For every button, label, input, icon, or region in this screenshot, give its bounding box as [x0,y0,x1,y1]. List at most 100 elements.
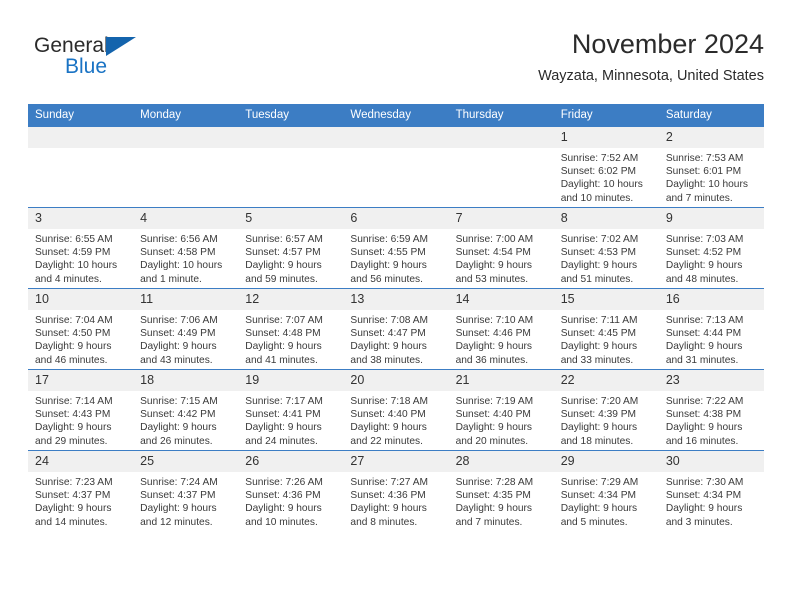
sunrise-text: Sunrise: 7:24 AM [140,477,218,488]
day-number: 16 [658,289,764,310]
day-details: Sunrise: 7:22 AM Sunset: 4:38 PM Daylight:… [659,391,764,448]
calendar-day-cell[interactable]: 1 Sunrise: 7:52 AM Sunset: 6:02 PM Daylight… [553,126,659,208]
calendar-day-cell[interactable]: 12 Sunrise: 7:07 AM Sunset: 4:48 PM Dayligh… [238,288,344,370]
day-number: 23 [658,370,764,391]
day-number: 15 [553,289,659,310]
day-details: Sunrise: 7:04 AM Sunset: 4:50 PM Daylight:… [28,310,133,367]
calendar-week-row: 3 Sunrise: 6:55 AM Sunset: 4:59 PM Daylight… [28,207,764,289]
daylight-text: Daylight: 9 hours and 43 minutes. [140,341,217,366]
weekday-header-sunday: Sunday [28,104,134,127]
calendar-day-cell[interactable]: 7 Sunrise: 7:00 AM Sunset: 4:54 PM Daylight… [448,207,554,289]
calendar-day-cell[interactable]: 15 Sunrise: 7:11 AM Sunset: 4:45 PM Dayligh… [553,288,659,370]
daylight-text: Daylight: 9 hours and 36 minutes. [455,341,533,366]
sunrise-text: Sunrise: 7:18 AM [350,396,429,407]
calendar-day-cell[interactable]: 3 Sunrise: 6:55 AM Sunset: 4:59 PM Daylight… [28,207,134,289]
sunset-text: Sunset: 4:50 PM [35,328,111,340]
day-number: 30 [658,451,764,472]
sunset-text: Sunset: 4:40 PM [455,409,531,421]
calendar-day-cell[interactable]: 6 Sunrise: 6:59 AM Sunset: 4:55 PM Daylight… [343,207,449,289]
logo-text-blue: Blue [65,55,108,78]
calendar-day-cell[interactable]: 11 Sunrise: 7:06 AM Sunset: 4:49 PM Dayligh… [133,288,239,370]
day-number: 3 [28,208,134,229]
day-details: Sunrise: 7:07 AM Sunset: 4:48 PM Daylight:… [238,310,343,367]
day-details: Sunrise: 7:06 AM Sunset: 4:49 PM Daylight:… [133,310,238,367]
weekday-header-saturday: Saturday [658,104,764,127]
day-number: 13 [343,289,449,310]
calendar-day-cell[interactable]: 19 Sunrise: 7:17 AM Sunset: 4:41 PM Dayligh… [238,369,344,451]
daylight-text: Daylight: 9 hours and 20 minutes. [455,422,533,447]
daylight-text: Daylight: 9 hours and 18 minutes. [560,422,638,447]
sunrise-text: Sunrise: 7:10 AM [455,315,534,326]
day-details: Sunrise: 7:00 AM Sunset: 4:54 PM Daylight:… [449,229,554,286]
day-number: 19 [238,370,344,391]
calendar-week-row: 10 Sunrise: 7:04 AM Sunset: 4:50 PM Dayligh… [28,288,764,370]
weekday-header-friday: Friday [553,104,659,127]
sunrise-text: Sunrise: 6:57 AM [245,234,323,245]
sunrise-text: Sunrise: 7:04 AM [35,315,113,326]
sunrise-text: Sunrise: 7:11 AM [560,315,638,326]
day-details: Sunrise: 7:18 AM Sunset: 4:40 PM Daylight:… [343,391,448,448]
calendar-day-cell[interactable]: 16 Sunrise: 7:13 AM Sunset: 4:44 PM Dayligh… [658,288,764,370]
sunrise-text: Sunrise: 7:28 AM [455,477,534,488]
calendar-day-cell[interactable]: 29 Sunrise: 7:29 AM Sunset: 4:34 PM Dayligh… [553,450,659,531]
day-details: Sunrise: 7:23 AM Sunset: 4:37 PM Daylight:… [28,472,133,529]
day-details: Sunrise: 7:13 AM Sunset: 4:44 PM Daylight:… [659,310,764,367]
calendar-day-cell[interactable]: 17 Sunrise: 7:14 AM Sunset: 4:43 PM Dayligh… [28,369,134,451]
calendar-day-cell[interactable]: 25 Sunrise: 7:24 AM Sunset: 4:37 PM Dayligh… [133,450,239,531]
day-details: Sunrise: 7:27 AM Sunset: 4:36 PM Daylight:… [343,472,448,529]
calendar-day-cell[interactable]: 26 Sunrise: 7:26 AM Sunset: 4:36 PM Dayligh… [238,450,344,531]
day-number: 24 [28,451,134,472]
general-blue-logo[interactable]: General Blue [34,34,214,90]
day-details: Sunrise: 7:52 AM Sunset: 6:02 PM Daylight:… [554,148,659,205]
day-number: 10 [28,289,134,310]
sunrise-text: Sunrise: 7:52 AM [560,153,639,164]
daylight-text: Daylight: 9 hours and 51 minutes. [560,260,638,285]
day-number: 26 [238,451,344,472]
sunrise-text: Sunrise: 7:06 AM [140,315,218,326]
sunrise-text: Sunrise: 7:29 AM [560,477,639,488]
daylight-text: Daylight: 10 hours and 10 minutes. [560,179,643,204]
sunrise-text: Sunrise: 7:23 AM [35,477,113,488]
calendar-day-cell[interactable]: 27 Sunrise: 7:27 AM Sunset: 4:36 PM Dayligh… [343,450,449,531]
calendar-day-cell[interactable]: 18 Sunrise: 7:15 AM Sunset: 4:42 PM Dayligh… [133,369,239,451]
calendar-day-cell[interactable]: 13 Sunrise: 7:08 AM Sunset: 4:47 PM Dayligh… [343,288,449,370]
calendar-day-cell[interactable]: 23 Sunrise: 7:22 AM Sunset: 4:38 PM Dayligh… [658,369,764,451]
sunset-text: Sunset: 4:54 PM [455,247,531,259]
day-details: Sunrise: 7:08 AM Sunset: 4:47 PM Daylight:… [343,310,448,367]
calendar-day-cell[interactable]: 5 Sunrise: 6:57 AM Sunset: 4:57 PM Daylight… [238,207,344,289]
sunrise-text: Sunrise: 7:02 AM [560,234,639,245]
day-number: 6 [343,208,449,229]
calendar-day-cell[interactable]: 21 Sunrise: 7:19 AM Sunset: 4:40 PM Dayligh… [448,369,554,451]
daylight-text: Daylight: 9 hours and 29 minutes. [35,422,112,447]
daylight-text: Daylight: 9 hours and 38 minutes. [350,341,427,366]
calendar-day-cell[interactable]: 4 Sunrise: 6:56 AM Sunset: 4:58 PM Daylight… [133,207,239,289]
sunrise-text: Sunrise: 6:59 AM [350,234,429,245]
sunrise-text: Sunrise: 7:53 AM [665,153,744,164]
sunset-text: Sunset: 4:35 PM [455,490,531,502]
daylight-text: Daylight: 9 hours and 22 minutes. [350,422,427,447]
day-details: Sunrise: 7:29 AM Sunset: 4:34 PM Daylight:… [554,472,659,529]
sunset-text: Sunset: 4:34 PM [665,490,742,502]
daylight-text: Daylight: 9 hours and 48 minutes. [665,260,743,285]
calendar-day-cell[interactable]: 8 Sunrise: 7:02 AM Sunset: 4:53 PM Daylight… [553,207,659,289]
sunrise-text: Sunrise: 7:30 AM [665,477,744,488]
sunset-text: Sunset: 4:53 PM [560,247,637,259]
daylight-text: Daylight: 9 hours and 56 minutes. [350,260,427,285]
weekday-header-wednesday: Wednesday [343,104,449,127]
sunset-text: Sunset: 4:41 PM [245,409,321,421]
day-details: Sunrise: 7:11 AM Sunset: 4:45 PM Daylight:… [554,310,659,367]
sunset-text: Sunset: 4:34 PM [560,490,637,502]
calendar-day-cell[interactable]: 24 Sunrise: 7:23 AM Sunset: 4:37 PM Dayligh… [28,450,134,531]
calendar-day-cell[interactable]: 9 Sunrise: 7:03 AM Sunset: 4:52 PM Daylight… [658,207,764,289]
calendar-day-cell[interactable]: 2 Sunrise: 7:53 AM Sunset: 6:01 PM Daylight… [658,126,764,208]
calendar-day-cell[interactable]: 14 Sunrise: 7:10 AM Sunset: 4:46 PM Dayligh… [448,288,554,370]
calendar-day-cell[interactable]: 10 Sunrise: 7:04 AM Sunset: 4:50 PM Dayligh… [28,288,134,370]
weekday-header-thursday: Thursday [448,104,554,127]
calendar-day-cell[interactable]: 30 Sunrise: 7:30 AM Sunset: 4:34 PM Dayligh… [658,450,764,531]
day-details: Sunrise: 7:24 AM Sunset: 4:37 PM Daylight:… [133,472,238,529]
calendar-day-cell[interactable]: 20 Sunrise: 7:18 AM Sunset: 4:40 PM Dayligh… [343,369,449,451]
calendar-day-cell[interactable]: 28 Sunrise: 7:28 AM Sunset: 4:35 PM Dayligh… [448,450,554,531]
calendar-day-cell[interactable]: 22 Sunrise: 7:20 AM Sunset: 4:39 PM Dayligh… [553,369,659,451]
sunset-text: Sunset: 4:36 PM [245,490,321,502]
daylight-text: Daylight: 9 hours and 41 minutes. [245,341,322,366]
